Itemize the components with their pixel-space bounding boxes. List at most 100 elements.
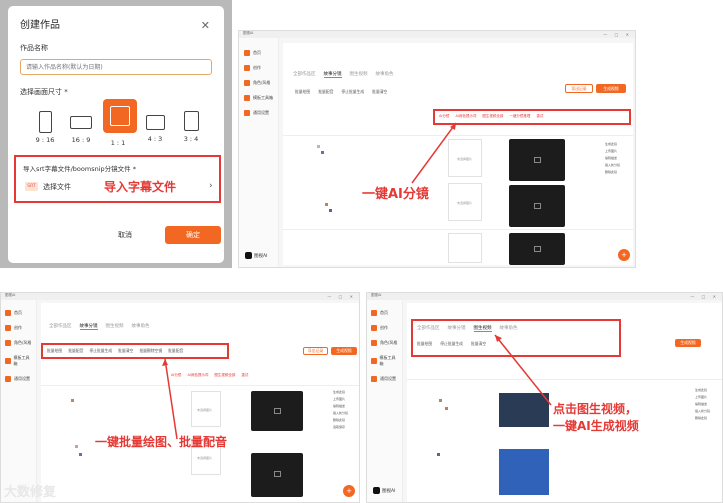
batch-draw-button[interactable]: 批量绘图: [47, 348, 62, 354]
sidebar-item-home[interactable]: 首页: [244, 50, 273, 56]
sidebar-item-tools[interactable]: 模板工具箱: [371, 355, 398, 367]
batch-video-button[interactable]: 批量绘图: [417, 341, 432, 347]
square-icon: [110, 106, 130, 126]
sidebar-item-home[interactable]: 首页: [371, 310, 398, 316]
sidebar-item-tools[interactable]: 模板工具箱: [244, 95, 273, 101]
tab-all[interactable]: 全部作品区: [293, 71, 316, 78]
image-placeholder[interactable]: 未选择图片: [448, 183, 482, 221]
batch-clear-button[interactable]: 批量清空: [471, 341, 486, 347]
add-shot-button[interactable]: +: [343, 485, 355, 497]
sidebar-item-settings[interactable]: 通用设置: [5, 376, 32, 382]
img2video-all-button[interactable]: 图生视频全部: [482, 114, 503, 119]
sidebar-item-roles[interactable]: 角色/风格: [371, 340, 398, 346]
confirm-button[interactable]: 确定: [165, 226, 221, 244]
shot-thumbnail[interactable]: [251, 453, 303, 497]
tab-storyboard[interactable]: 故事分镜: [79, 323, 98, 330]
retry-button[interactable]: 重试: [536, 114, 543, 119]
add-shot-button[interactable]: +: [618, 249, 630, 261]
tab-img2video[interactable]: 图生视频: [106, 323, 124, 330]
tab-img2video[interactable]: 图生视频: [350, 71, 368, 78]
window-controls[interactable]: — □ ✕: [327, 294, 356, 299]
window-controls[interactable]: — □ ✕: [690, 294, 719, 299]
annotation-arrow: [162, 358, 178, 440]
batch-clear-button[interactable]: 批量清空: [372, 89, 387, 95]
dialog-title: 创建作品: [20, 20, 60, 31]
batch-voice-button[interactable]: 批量配音: [318, 89, 333, 95]
cancel-button[interactable]: 取消: [118, 230, 132, 240]
ratio-9-16[interactable]: 9 : 16: [30, 111, 60, 144]
create-dialog-panel: 创建作品 ✕ 作品名称 选择画面尺寸 * 9 : 16 16 : 9 1 : 1: [0, 0, 232, 268]
annotation-arrow: [494, 334, 552, 406]
op-insert[interactable]: 插入新分镜: [605, 162, 620, 169]
batch-clear-button[interactable]: 批量清空: [118, 348, 133, 354]
generate-video-button[interactable]: 生成视频: [596, 84, 626, 93]
ratio-4-3[interactable]: 4 : 3: [140, 111, 170, 143]
op-upload[interactable]: 上传图片: [605, 148, 620, 155]
tab-all[interactable]: 全部作品区: [49, 323, 72, 330]
shot-thumbnail[interactable]: [509, 185, 565, 227]
sidebar-item-create[interactable]: 创作: [371, 325, 398, 331]
import-highlight[interactable]: 导入srt字幕文件/boomsnip分镜文件 * SRT 选择文件 导入字幕文件…: [14, 155, 221, 203]
collage: 创建作品 ✕ 作品名称 选择画面尺寸 * 9 : 16 16 : 9 1 : 1: [0, 0, 723, 503]
op-insert[interactable]: 插入新分镜: [333, 410, 348, 417]
tab-roles[interactable]: 故事角色: [132, 323, 150, 330]
window-controls[interactable]: — □ ✕: [603, 32, 632, 37]
create-icon: [5, 325, 11, 331]
retry-button[interactable]: 重试: [241, 373, 248, 378]
tab-roles[interactable]: 故事角色: [376, 71, 394, 78]
tab-all[interactable]: 全部作品区: [417, 325, 440, 332]
choose-file-button[interactable]: 选择文件: [43, 182, 71, 192]
tab-storyboard[interactable]: 故事分镜: [323, 71, 342, 78]
op-edit[interactable]: 编辑描述: [605, 155, 620, 162]
logo-icon: [245, 252, 252, 259]
infer-button[interactable]: 一键分镜推理: [509, 114, 530, 119]
op-delete[interactable]: 删除此镜: [695, 415, 710, 422]
sidebar-item-roles[interactable]: 角色/风格: [244, 80, 273, 86]
op-upload[interactable]: 上传图片: [695, 394, 710, 401]
ratio-16-9[interactable]: 16 : 9: [66, 111, 96, 144]
close-icon[interactable]: ✕: [201, 20, 210, 31]
op-insert[interactable]: 插入新分镜: [695, 408, 710, 415]
mosaic-pixel: [329, 209, 332, 212]
image-placeholder[interactable]: [448, 233, 482, 263]
op-generate[interactable]: 生成此镜: [605, 141, 620, 148]
srt-file-icon: SRT: [25, 182, 38, 191]
sidebar-item-tools[interactable]: 模板工具箱: [5, 355, 32, 367]
stop-batch-button[interactable]: 停止批量生成: [89, 348, 112, 354]
sidebar-item-settings[interactable]: 通用设置: [371, 376, 398, 382]
app-logo: 图视AI: [245, 252, 267, 259]
sidebar-item-create[interactable]: 创作: [5, 325, 32, 331]
op-generate[interactable]: 生成此镜: [695, 387, 710, 394]
op-edit[interactable]: 编辑描述: [695, 401, 710, 408]
op-generate[interactable]: 生成此镜: [333, 389, 348, 396]
tab-storyboard[interactable]: 故事分镜: [448, 325, 466, 332]
name-input[interactable]: [20, 59, 212, 75]
ratio-3-4[interactable]: 3 : 4: [176, 111, 206, 143]
export-record-button[interactable]: 导出记录: [303, 347, 328, 355]
batch-draw-button[interactable]: 批量绘图: [295, 89, 310, 95]
op-delete[interactable]: 删除此镜: [605, 169, 620, 176]
generate-video-button[interactable]: 生成视频: [331, 347, 357, 355]
ratio-label: 1 : 1: [110, 139, 126, 147]
stop-batch-button[interactable]: 停止批量生成: [341, 89, 364, 95]
batch-voice-button[interactable]: 批量配音: [68, 348, 83, 354]
op-save[interactable]: 选取保存: [333, 424, 348, 431]
mosaic-pixel: [437, 453, 440, 456]
ratio-1-1[interactable]: 1 : 1: [103, 99, 137, 147]
op-edit[interactable]: 编辑描述: [333, 403, 348, 410]
shot-thumbnail[interactable]: [509, 139, 565, 181]
op-upload[interactable]: 上传图片: [333, 396, 348, 403]
sidebar-item-roles[interactable]: 角色/风格: [5, 340, 32, 346]
img2video-all-button[interactable]: 图生视频全部: [214, 373, 235, 378]
app-window-ai-storyboard: 图视AI — □ ✕ 首页 创作 角色/风格 模板工具箱 通用设置 图视AI 全…: [238, 30, 636, 268]
generate-video-button[interactable]: 生成视频: [675, 339, 701, 347]
sidebar-item-create[interactable]: 创作: [244, 65, 273, 71]
sidebar-item-home[interactable]: 首页: [5, 310, 32, 316]
video-thumbnail[interactable]: [499, 449, 549, 495]
export-record-button[interactable]: 导出记录: [565, 84, 593, 93]
stop-batch-button[interactable]: 停止批量生成: [440, 341, 463, 347]
shot-thumbnail[interactable]: [509, 233, 565, 265]
sidebar-item-settings[interactable]: 通用设置: [244, 110, 273, 116]
op-delete[interactable]: 删除此镜: [333, 417, 348, 424]
shot-thumbnail[interactable]: [251, 391, 303, 431]
